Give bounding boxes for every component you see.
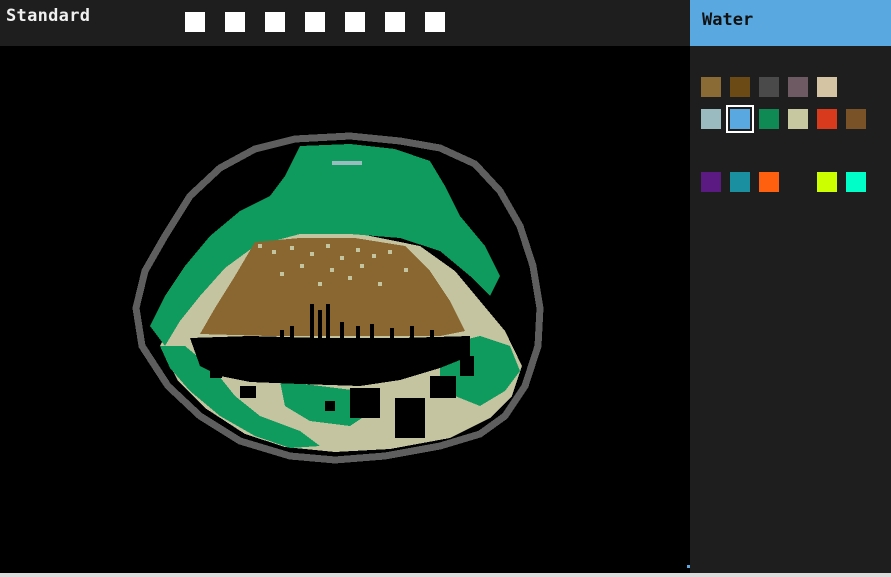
selected-element-label: Water [702,10,754,30]
swatch-row3-2[interactable] [730,172,750,192]
mode-label[interactable]: Standard [6,6,90,26]
swatch-row3-3[interactable] [759,172,779,192]
swatch-row3-5[interactable] [817,172,837,192]
swatch-row1-5[interactable] [817,77,837,97]
swatch-row1-3[interactable] [759,77,779,97]
swatch-water-selected[interactable] [726,105,754,133]
swatch-row1-1[interactable] [701,77,721,97]
tool-button-6[interactable] [385,12,405,32]
sandbox-app: Standard Water [0,0,891,577]
tool-button-4[interactable] [305,12,325,32]
swatch-row2-1[interactable] [701,109,721,129]
tool-button-1[interactable] [185,12,205,32]
tool-button-5[interactable] [345,12,365,32]
tool-button-group [185,12,445,32]
element-panel: Water [690,0,891,577]
water-streak [332,161,362,165]
swatch-row1-2[interactable] [730,77,750,97]
bottom-edge-strip [0,573,891,577]
swatch-row2-5[interactable] [817,109,837,129]
swatch-row2-4[interactable] [788,109,808,129]
swatch-row3-1[interactable] [701,172,721,192]
swatch-row2-3[interactable] [759,109,779,129]
swatch-row2-6[interactable] [846,109,866,129]
world-drawing[interactable] [0,46,690,577]
swatch-row3-6[interactable] [846,172,866,192]
simulation-canvas[interactable] [0,46,690,577]
swatch-row1-4[interactable] [788,77,808,97]
selected-element-header: Water [690,0,891,46]
tool-button-3[interactable] [265,12,285,32]
tool-button-7[interactable] [425,12,445,32]
tool-button-2[interactable] [225,12,245,32]
top-toolbar: Standard [0,0,690,46]
